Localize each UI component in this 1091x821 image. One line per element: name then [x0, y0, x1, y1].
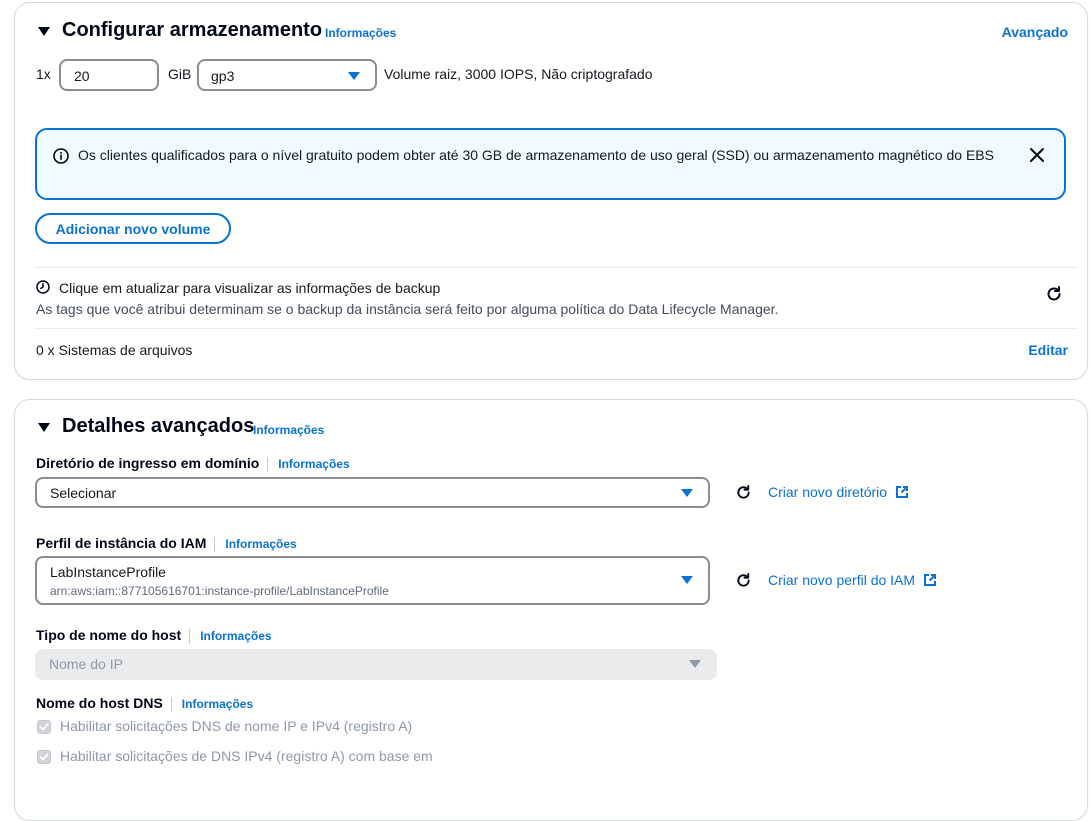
refresh-icon[interactable] [1045, 285, 1063, 303]
dns-hostname-label-row: Nome do host DNS Informações [36, 695, 253, 712]
divider [35, 328, 1077, 329]
iam-profile-info-link[interactable]: Informações [225, 537, 296, 551]
dns-option1-label: Habilitar solicitações DNS de nome IP e … [60, 718, 413, 734]
iam-profile-value: LabInstanceProfile [50, 564, 166, 580]
external-link-icon [895, 486, 908, 498]
domain-directory-select[interactable]: Selecionar [35, 477, 710, 508]
dropdown-arrow-icon [681, 576, 693, 584]
volume-type-select[interactable]: gp3 [197, 59, 377, 91]
dns-option2-label: Habilitar solicitações de DNS IPv4 (regi… [60, 748, 433, 764]
free-tier-alert: Os clientes qualificados para o nível gr… [35, 128, 1066, 200]
domain-directory-label-row: Diretório de ingresso em domínio Informaç… [36, 455, 350, 472]
storage-info-link[interactable]: Informações [325, 26, 396, 40]
backup-title: Clique em atualizar para visualizar as i… [59, 280, 441, 296]
iam-profile-select[interactable]: LabInstanceProfile arn:aws:iam::87710561… [35, 556, 710, 605]
dropdown-arrow-icon [681, 489, 693, 497]
create-directory-label: Criar novo diretório [768, 484, 888, 500]
advanced-link[interactable]: Avançado [1002, 24, 1068, 40]
volume-multiplier: 1x [36, 66, 51, 82]
hostname-type-label: Tipo de nome do host [36, 627, 182, 643]
storage-section-title: Configurar armazenamento [62, 19, 323, 41]
info-icon [53, 148, 69, 164]
dropdown-arrow-icon [689, 660, 701, 668]
close-icon[interactable] [1030, 148, 1044, 162]
iam-profile-label: Perfil de instância do IAM [36, 535, 207, 551]
domain-directory-value: Selecionar [50, 485, 117, 501]
hostname-type-select: Nome do IP [35, 649, 717, 680]
hostname-type-info-link[interactable]: Informações [200, 629, 271, 643]
alert-text: Os clientes qualificados para o nível gr… [78, 147, 994, 163]
volume-unit: GiB [168, 66, 192, 82]
domain-directory-info-link[interactable]: Informações [278, 457, 349, 471]
checkmark-icon [39, 723, 49, 731]
refresh-icon[interactable] [735, 484, 752, 501]
advanced-info-link[interactable]: Informações [253, 423, 324, 437]
dropdown-arrow-icon [348, 72, 360, 80]
external-link-icon [923, 574, 936, 586]
create-iam-profile-label: Criar novo perfil do IAM [768, 572, 916, 588]
clock-icon [36, 280, 50, 294]
domain-directory-label: Diretório de ingresso em domínio [36, 455, 260, 471]
iam-profile-arn: arn:aws:iam::877105616701:instance-profi… [50, 584, 389, 598]
filesystems-count: 0 x Sistemas de arquivos [36, 342, 193, 358]
create-directory-link[interactable]: Criar novo diretório [768, 484, 909, 500]
volume-type-value: gp3 [211, 68, 235, 84]
iam-profile-label-row: Perfil de instância do IAM Informações [36, 535, 297, 552]
storage-panel: Configurar armazenamento Informações Ava… [14, 2, 1088, 380]
hostname-type-label-row: Tipo de nome do host Informações [36, 627, 272, 644]
volume-size-input[interactable]: 20 [59, 59, 159, 91]
advanced-details-panel: Detalhes avançados Informações Diretório… [14, 399, 1088, 821]
volume-size-value: 20 [74, 68, 90, 84]
collapse-caret-icon[interactable] [38, 27, 50, 36]
divider [35, 267, 1077, 268]
dns-option1-checkbox [37, 720, 51, 734]
backup-description: As tags que você atribui determinam se o… [36, 301, 779, 317]
dns-option2-checkbox [37, 750, 51, 764]
edit-filesystems-link[interactable]: Editar [1028, 342, 1068, 358]
checkmark-icon [39, 753, 49, 761]
add-volume-button[interactable]: Adicionar novo volume [35, 213, 231, 244]
dns-hostname-info-link[interactable]: Informações [182, 697, 253, 711]
volume-summary: Volume raiz, 3000 IOPS, Não criptografad… [384, 66, 653, 82]
refresh-icon[interactable] [735, 572, 752, 589]
add-volume-label: Adicionar novo volume [55, 220, 211, 237]
create-iam-profile-link[interactable]: Criar novo perfil do IAM [768, 572, 937, 588]
collapse-caret-icon[interactable] [38, 423, 50, 432]
advanced-section-title: Detalhes avançados [62, 415, 255, 437]
hostname-type-placeholder: Nome do IP [49, 656, 123, 672]
dns-hostname-label: Nome do host DNS [36, 695, 163, 711]
